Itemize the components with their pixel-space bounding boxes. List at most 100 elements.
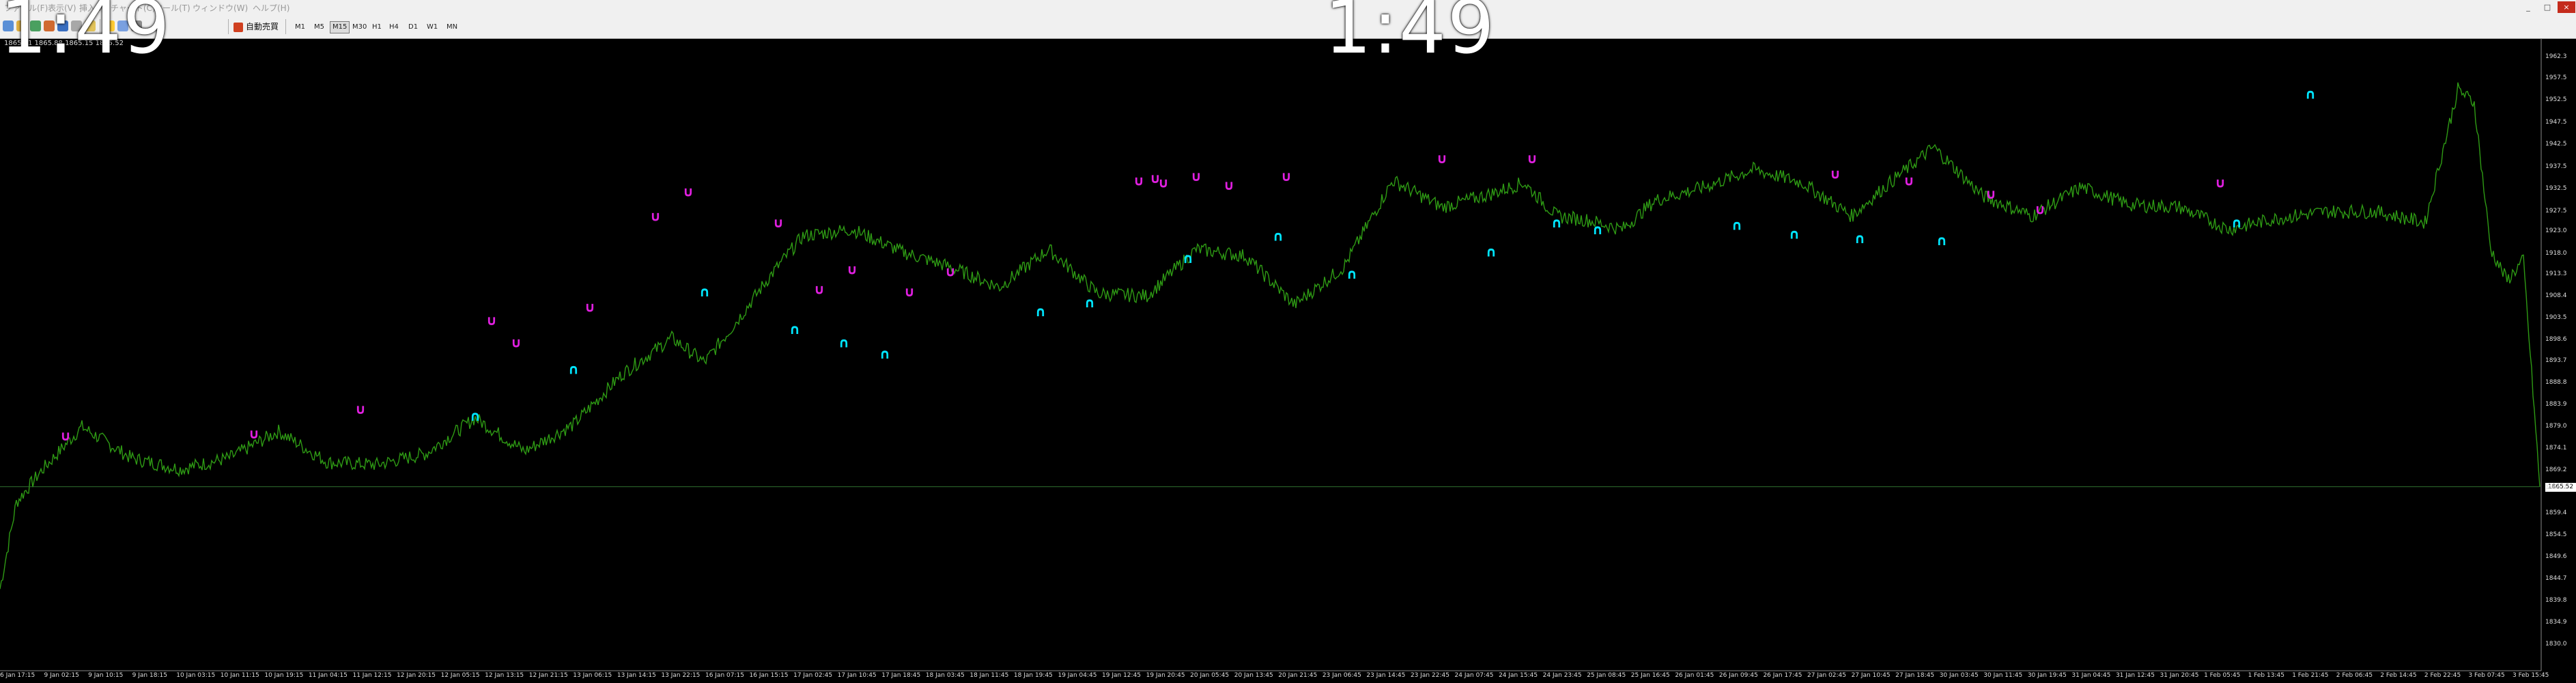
time-tick-label: 9 Jan 02:15 (44, 672, 79, 679)
timeframe-w1-button[interactable]: W1 (424, 21, 440, 33)
price-tick-label: 1879.0 (2545, 423, 2567, 430)
timeframe-h1-button[interactable]: H1 (369, 21, 384, 33)
timeframe-m1-button[interactable]: M1 (292, 21, 308, 33)
time-tick-label: 31 Jan 20:45 (2160, 672, 2199, 679)
price-tick-label: 1869.2 (2545, 466, 2567, 473)
sell-arrow-icon: ∪ (1903, 172, 1914, 189)
minimize-button[interactable]: _ (2519, 1, 2537, 13)
time-tick-label: 23 Jan 06:45 (1322, 672, 1361, 679)
maximize-button[interactable]: □ (2538, 1, 2556, 13)
time-tick-label: 27 Jan 02:45 (1807, 672, 1846, 679)
time-tick-label: 31 Jan 12:45 (2115, 672, 2155, 679)
time-tick-label: 30 Jan 11:45 (1983, 672, 2023, 679)
price-tick-label: 1918.0 (2545, 249, 2567, 257)
autotrade-button[interactable]: 自動売買 (233, 20, 279, 33)
price-tick-label: 1859.4 (2545, 510, 2567, 517)
sell-arrow-icon: ∪ (1158, 175, 1169, 191)
timeframe-m15-button[interactable]: M15 (330, 21, 350, 33)
price-tick-label: 1898.6 (2545, 335, 2567, 343)
price-chart[interactable]: ∩ ∩ ∩ ∩ ∩ ∩ ∩ ∩ ∩ ∩ ∩ ∩ ∩ ∩ ∩ ∩ ∩ ∩ ∩ ∩ ∪ ∪ ∪ ∪ ∪ ∪ ∪ ∪ ∪ ∪ ∪ ∪ ∪ ∪ ∪ ∪ ∪ ∪ ∪ ∪… (0, 38, 2576, 683)
time-tick-label: 2 Feb 22:45 (2424, 672, 2461, 679)
price-tick-label: 1923.0 (2545, 227, 2567, 234)
clock-overlay-right: 1:49 (1325, 0, 1496, 70)
time-tick-label: 13 Jan 14:15 (617, 672, 656, 679)
time-tick-label: 6 Jan 17:15 (0, 672, 36, 679)
sell-arrow-icon: ∪ (584, 299, 595, 316)
price-tick-label: 1893.7 (2545, 357, 2567, 365)
time-tick-label: 9 Jan 10:15 (88, 672, 124, 679)
buy-arrow-icon: ∩ (838, 335, 849, 351)
time-tick-label: 25 Jan 16:45 (1630, 672, 1670, 679)
time-tick-label: 18 Jan 03:45 (925, 672, 965, 679)
price-tick-label: 1874.1 (2545, 444, 2567, 451)
buy-arrow-icon: ∩ (1936, 232, 1947, 249)
price-tick-label: 1903.5 (2545, 313, 2567, 321)
buy-arrow-icon: ∩ (2231, 214, 2242, 231)
price-tick-label: 1854.5 (2545, 531, 2567, 539)
time-tick-label: 24 Jan 07:45 (1454, 672, 1494, 679)
autotrade-icon (233, 22, 243, 32)
price-tick-label: 1952.5 (2545, 96, 2567, 104)
sell-arrow-icon: ∪ (1527, 150, 1538, 167)
time-tick-label: 1 Feb 05:45 (2204, 672, 2241, 679)
price-tick-label: 1908.4 (2545, 292, 2567, 299)
price-tick-label: 1927.5 (2545, 207, 2567, 214)
time-tick-label: 26 Jan 01:45 (1675, 672, 1714, 679)
autotrade-label: 自動売買 (246, 22, 279, 31)
sell-arrow-icon: ∪ (2215, 175, 2226, 191)
buy-arrow-icon: ∩ (1346, 266, 1357, 282)
time-tick-label: 16 Jan 07:15 (705, 672, 744, 679)
price-tick-label: 1844.7 (2545, 574, 2567, 582)
time-tick-label: 13 Jan 22:15 (661, 672, 700, 679)
time-tick-label: 23 Jan 14:45 (1366, 672, 1406, 679)
clock-overlay-left: 1:49 (0, 0, 171, 70)
time-tick-label: 23 Jan 22:45 (1410, 672, 1449, 679)
timeframe-m5-button[interactable]: M5 (311, 21, 327, 33)
time-tick-label: 20 Jan 05:45 (1190, 672, 1230, 679)
price-tick-label: 1937.5 (2545, 163, 2567, 170)
time-tick-label: 10 Jan 03:15 (176, 672, 216, 679)
buy-arrow-icon: ∩ (1084, 294, 1095, 311)
price-tick-label: 1962.3 (2545, 53, 2567, 60)
time-tick-label: 12 Jan 20:15 (397, 672, 436, 679)
price-tick-label: 1957.5 (2545, 74, 2567, 81)
buy-arrow-icon: ∩ (879, 346, 890, 362)
price-tick-label: 1947.5 (2545, 118, 2567, 126)
close-button[interactable]: × (2558, 1, 2575, 13)
sell-arrow-icon: ∪ (945, 264, 956, 280)
sell-arrow-icon: ∪ (650, 208, 661, 224)
sell-arrow-icon: ∪ (1223, 177, 1234, 193)
time-tick-label: 10 Jan 19:15 (264, 672, 304, 679)
sell-arrow-icon: ∪ (773, 214, 784, 231)
time-tick-label: 12 Jan 05:15 (440, 672, 480, 679)
price-tick-label: 1883.9 (2545, 401, 2567, 408)
sell-arrow-icon: ∪ (904, 283, 915, 300)
price-tick-label: 1913.3 (2545, 270, 2567, 278)
time-tick-label: 24 Jan 15:45 (1499, 672, 1538, 679)
buy-arrow-icon: ∩ (1854, 230, 1865, 247)
toolbar-separator (228, 19, 229, 34)
time-tick-label: 17 Jan 10:45 (837, 672, 877, 679)
sell-arrow-icon: ∪ (486, 312, 497, 329)
sell-arrow-icon: ∪ (1985, 186, 1996, 202)
buy-arrow-icon: ∩ (1183, 250, 1193, 266)
sell-arrow-icon: ∪ (683, 184, 694, 200)
buy-arrow-icon: ∩ (1035, 303, 1046, 320)
menu-item[interactable]: ヘルプ(H) (253, 2, 289, 14)
timeframe-m30-button[interactable]: M30 (350, 21, 369, 33)
sell-arrow-icon: ∪ (249, 426, 259, 442)
timeframe-d1-button[interactable]: D1 (406, 21, 421, 33)
price-line (0, 82, 2540, 589)
time-tick-label: 2 Feb 06:45 (2336, 672, 2373, 679)
time-tick-label: 11 Jan 04:15 (308, 672, 348, 679)
timeframe-h4-button[interactable]: H4 (386, 21, 401, 33)
sell-arrow-icon: ∪ (1281, 168, 1292, 184)
buy-arrow-icon: ∩ (699, 283, 710, 300)
menu-item[interactable]: ウィンドウ(W) (193, 2, 248, 14)
time-tick-label: 26 Jan 09:45 (1718, 672, 1758, 679)
time-tick-label: 24 Jan 23:45 (1542, 672, 1582, 679)
timeframe-mn-button[interactable]: MN (444, 21, 460, 33)
chart-canvas[interactable]: ∩ ∩ ∩ ∩ ∩ ∩ ∩ ∩ ∩ ∩ ∩ ∩ ∩ ∩ ∩ ∩ ∩ ∩ ∩ ∩ ∪ ∪ ∪ ∪ ∪ ∪ ∪ ∪ ∪ ∪ ∪ ∪ ∪ ∪ ∪ ∪ ∪ ∪ ∪ ∪… (0, 38, 2576, 683)
time-tick-label: 20 Jan 13:45 (1234, 672, 1273, 679)
buy-arrow-icon: ∩ (470, 408, 481, 424)
